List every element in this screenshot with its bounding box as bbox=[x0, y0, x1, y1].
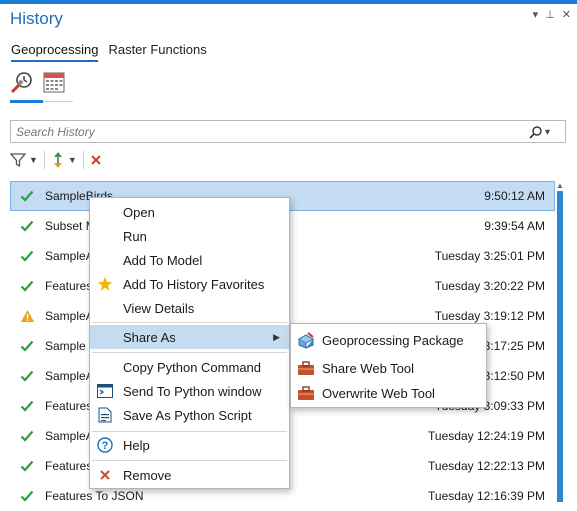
success-check-icon bbox=[19, 458, 35, 474]
star-icon bbox=[96, 275, 114, 293]
history-row-name: Features To JSON bbox=[45, 489, 144, 503]
success-check-icon bbox=[19, 428, 35, 444]
menu-separator bbox=[92, 322, 287, 323]
context-menu: Open Run Add To Model Add To History Fav… bbox=[89, 197, 290, 489]
history-clock-icon[interactable] bbox=[10, 70, 34, 94]
tab-bar: Geoprocessing Raster Functions bbox=[11, 42, 207, 62]
sort-icon bbox=[53, 152, 62, 168]
menu-item-label: Overwrite Web Tool bbox=[322, 385, 435, 401]
chevron-down-icon: ▼ bbox=[29, 155, 38, 165]
toolbar-divider bbox=[82, 151, 84, 169]
success-check-icon bbox=[19, 398, 35, 414]
delete-x-icon bbox=[91, 155, 101, 165]
menu-item-label: Copy Python Command bbox=[123, 359, 262, 375]
history-row-time: Tuesday 3:20:22 PM bbox=[434, 279, 545, 293]
menu-item-add-to-history-favorites[interactable]: Add To History Favorites bbox=[90, 272, 289, 296]
menu-item-label: Help bbox=[123, 437, 150, 453]
menu-item-label: Share As bbox=[123, 329, 176, 345]
filter-icon bbox=[10, 153, 26, 168]
filter-button[interactable]: ▼ bbox=[10, 152, 38, 168]
submenu-arrow-icon: ▶ bbox=[273, 331, 280, 342]
menu-item-label: Add To History Favorites bbox=[123, 276, 265, 292]
history-view-toggle bbox=[10, 70, 66, 94]
tab-geoprocessing[interactable]: Geoprocessing bbox=[11, 42, 99, 62]
history-row-time: Tuesday 12:16:39 PM bbox=[428, 489, 545, 503]
active-view-indicator bbox=[10, 100, 43, 103]
success-check-icon bbox=[19, 218, 35, 234]
chevron-down-icon: ▾ bbox=[545, 126, 551, 138]
menu-separator bbox=[92, 352, 287, 353]
pane-title: History bbox=[10, 9, 63, 28]
success-check-icon bbox=[19, 248, 35, 264]
warning-icon bbox=[19, 308, 35, 324]
menu-item-remove[interactable]: Remove bbox=[90, 463, 289, 487]
svg-text:?: ? bbox=[102, 440, 109, 452]
success-check-icon bbox=[19, 278, 35, 294]
menu-item-label: View Details bbox=[123, 300, 195, 316]
menu-separator bbox=[92, 460, 287, 461]
remove-icon bbox=[96, 466, 114, 484]
search-input[interactable] bbox=[11, 121, 511, 142]
search-box: ▾ bbox=[10, 120, 566, 143]
search-options[interactable]: ▾ bbox=[529, 123, 557, 141]
overwrite-web-tool-icon bbox=[297, 384, 315, 402]
calendar-icon[interactable] bbox=[42, 70, 66, 94]
menu-item-overwrite-web-tool[interactable]: Overwrite Web Tool bbox=[291, 380, 486, 406]
success-check-icon bbox=[19, 368, 35, 384]
view-divider bbox=[43, 101, 73, 102]
menu-item-label: Send To Python window bbox=[123, 383, 262, 399]
history-row-time: Tuesday 3:25:01 PM bbox=[434, 249, 545, 263]
menu-item-label: Open bbox=[123, 204, 155, 220]
menu-item-open[interactable]: Open bbox=[90, 200, 289, 224]
scrollbar-thumb[interactable] bbox=[557, 191, 563, 502]
history-row-time: Tuesday 3:19:12 PM bbox=[434, 309, 545, 323]
chevron-down-icon: ▼ bbox=[67, 155, 77, 165]
sort-button[interactable]: ▼ bbox=[51, 151, 77, 169]
python-window-icon bbox=[96, 382, 114, 400]
history-row-time: 3:12:50 PM bbox=[483, 369, 545, 383]
menu-item-label: Share Web Tool bbox=[322, 360, 415, 376]
history-row-time: 9:50:12 AM bbox=[484, 189, 545, 203]
history-row-time: Tuesday 12:22:13 PM bbox=[428, 459, 545, 473]
pane-menu-dropdown-icon[interactable]: ▾ bbox=[533, 8, 539, 22]
toolbar-divider bbox=[43, 151, 45, 169]
menu-item-label: Add To Model bbox=[123, 252, 203, 268]
menu-item-label: Geoprocessing Package bbox=[322, 332, 464, 348]
remove-button[interactable] bbox=[90, 154, 102, 166]
menu-item-label: Save As Python Script bbox=[123, 407, 252, 423]
menu-item-save-as-python-script[interactable]: Save As Python Script bbox=[90, 403, 289, 427]
menu-item-share-web-tool[interactable]: Share Web Tool bbox=[291, 355, 486, 381]
menu-item-geoprocessing-package[interactable]: Geoprocessing Package bbox=[291, 327, 486, 353]
search-icon bbox=[529, 126, 542, 139]
menu-item-label: Run bbox=[123, 228, 147, 244]
menu-item-add-to-model[interactable]: Add To Model bbox=[90, 248, 289, 272]
share-web-tool-icon bbox=[297, 359, 315, 377]
pane-controls: ▾ ⊥ ✕ bbox=[533, 8, 571, 22]
success-check-icon bbox=[19, 338, 35, 354]
menu-item-help[interactable]: ? Help bbox=[90, 433, 289, 457]
share-as-submenu: Geoprocessing Package Share Web Tool Ove… bbox=[290, 323, 487, 408]
history-row-time: 3:17:25 PM bbox=[483, 339, 545, 353]
history-row-time: Tuesday 12:24:19 PM bbox=[428, 429, 545, 443]
python-script-icon bbox=[96, 406, 114, 424]
menu-item-label: Remove bbox=[123, 467, 172, 483]
vertical-scrollbar[interactable]: ▲ bbox=[555, 181, 565, 502]
history-toolbar: ▼ ▼ bbox=[10, 150, 102, 170]
pane-accent-bar bbox=[0, 0, 577, 4]
success-check-icon bbox=[19, 188, 35, 204]
menu-item-copy-python-command[interactable]: Copy Python Command bbox=[90, 355, 289, 379]
menu-item-share-as[interactable]: Share As ▶ bbox=[90, 325, 289, 349]
menu-item-send-to-python-window[interactable]: Send To Python window bbox=[90, 379, 289, 403]
help-icon: ? bbox=[96, 436, 114, 454]
tab-raster-functions[interactable]: Raster Functions bbox=[108, 42, 206, 62]
menu-item-run[interactable]: Run bbox=[90, 224, 289, 248]
pin-icon[interactable]: ⊥ bbox=[545, 8, 555, 22]
geoprocessing-package-icon bbox=[297, 331, 315, 349]
menu-item-view-details[interactable]: View Details bbox=[90, 296, 289, 320]
history-row-time: 9:39:54 AM bbox=[484, 219, 545, 233]
close-icon[interactable]: ✕ bbox=[562, 8, 571, 22]
scroll-up-arrow-icon[interactable]: ▲ bbox=[555, 181, 565, 191]
menu-separator bbox=[92, 431, 287, 432]
